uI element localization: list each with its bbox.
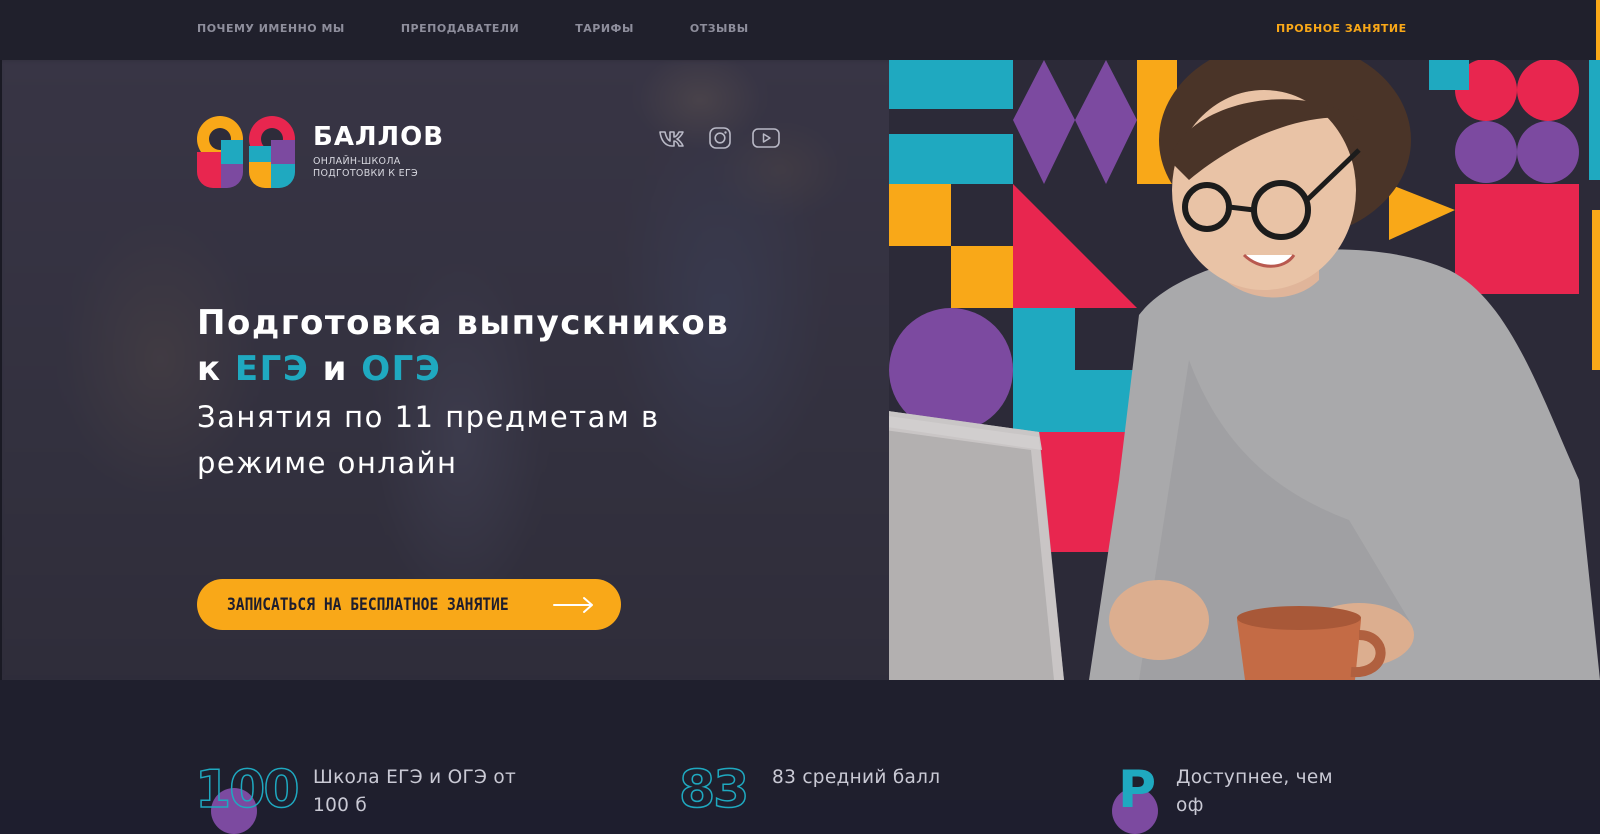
stat-text-line2: оф bbox=[1176, 795, 1204, 816]
stat-number: 100 bbox=[194, 759, 300, 821]
arrow-right-icon bbox=[553, 597, 593, 613]
nav-accent-bar bbox=[1596, 0, 1600, 60]
hero-left-edge bbox=[0, 60, 2, 680]
logo-subtitle-line2: ПОДГОТОВКИ К ЕГЭ bbox=[313, 168, 418, 179]
free-lesson-signup-label: ЗАПИСАТЬСЯ НА БЕСПЛАТНОЕ ЗАНЯТИЕ bbox=[227, 595, 509, 615]
stat-number: 83 bbox=[678, 759, 750, 821]
nav-link-pricing[interactable]: ТАРИФЫ bbox=[575, 22, 634, 35]
hero-title-line1: Подготовка выпускников bbox=[197, 303, 730, 343]
stat-text-line1: Школа ЕГЭ и ОГЭ от bbox=[313, 767, 517, 788]
hero-title-mid: и bbox=[309, 349, 362, 389]
stat-number: Р bbox=[1118, 760, 1156, 820]
stat-text-line1: Доступнее, чем bbox=[1176, 767, 1333, 788]
hero-subtitle-line1: Занятия по 11 предметам в bbox=[197, 400, 660, 434]
logo-title: БАЛЛОВ bbox=[313, 122, 445, 152]
stats-section: 100 Школа ЕГЭ и ОГЭ от 100 б 83 83 средн… bbox=[0, 680, 1600, 834]
top-navigation: ПОЧЕМУ ИМЕННО МЫ ПРЕПОДАВАТЕЛИ ТАРИФЫ ОТ… bbox=[0, 0, 1600, 60]
nav-link-teachers[interactable]: ПРЕПОДАВАТЕЛИ bbox=[401, 22, 519, 35]
stat-text-line2: 100 б bbox=[313, 795, 368, 816]
hero-title-oge: ОГЭ bbox=[361, 349, 442, 389]
nav-link-reviews[interactable]: ОТЗЫВЫ bbox=[690, 22, 749, 35]
logo-subtitle-line1: ОНЛАЙН-ШКОЛА bbox=[313, 156, 401, 167]
logo-99-icon[interactable] bbox=[197, 116, 297, 188]
hero-section: БАЛЛОВ ОНЛАЙН-ШКОЛА ПОДГОТОВКИ К ЕГЭ Под… bbox=[0, 60, 1600, 680]
hero-title-ege: ЕГЭ bbox=[234, 349, 310, 389]
hero-title-prefix: к bbox=[197, 349, 235, 389]
youtube-icon[interactable] bbox=[752, 127, 780, 149]
hero-headline: Подготовка выпускников к ЕГЭ и ОГЭ Занят… bbox=[197, 300, 817, 486]
stat-text-line1: 83 средний балл bbox=[772, 767, 941, 788]
logo-text: БАЛЛОВ ОНЛАЙН-ШКОЛА ПОДГОТОВКИ К ЕГЭ bbox=[313, 122, 444, 180]
laptop bbox=[889, 411, 1064, 680]
nav-link-why-us[interactable]: ПОЧЕМУ ИМЕННО МЫ bbox=[197, 22, 345, 35]
free-lesson-signup-button[interactable]: ЗАПИСАТЬСЯ НА БЕСПЛАТНОЕ ЗАНЯТИЕ bbox=[197, 579, 621, 630]
hero-illustration bbox=[889, 60, 1600, 680]
nav-trial-lesson-link[interactable]: ПРОБНОЕ ЗАНЯТИЕ bbox=[1276, 22, 1407, 35]
hero-title-line2: к ЕГЭ и ОГЭ bbox=[197, 346, 817, 392]
nav-links: ПОЧЕМУ ИМЕННО МЫ ПРЕПОДАВАТЕЛИ ТАРИФЫ ОТ… bbox=[197, 22, 805, 35]
vk-icon[interactable] bbox=[658, 127, 686, 149]
hero-subtitle-line2: режиме онлайн bbox=[197, 446, 458, 480]
social-links bbox=[658, 127, 780, 149]
instagram-icon[interactable] bbox=[706, 127, 734, 149]
